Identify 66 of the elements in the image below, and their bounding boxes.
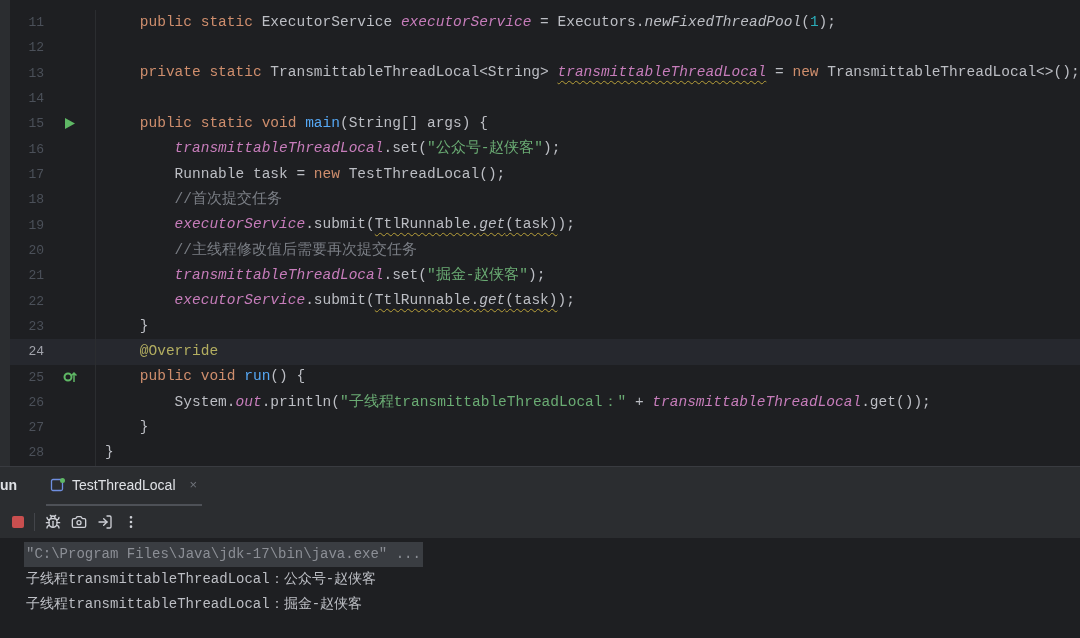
code-token: TransmittableThreadLocal<String>: [270, 63, 550, 83]
code-token: =: [774, 63, 785, 83]
class-icon: [50, 477, 66, 493]
override-marker-icon[interactable]: [62, 370, 77, 385]
code-token: private static: [138, 63, 263, 83]
code-token: (: [801, 12, 810, 32]
code-token: executorService: [400, 12, 532, 32]
code-token: get: [479, 215, 506, 235]
code-token: 1: [809, 12, 819, 32]
code-token: }: [138, 418, 149, 438]
code-token: .submit(: [305, 291, 375, 311]
code-token: TestThreadLocal();: [348, 164, 506, 184]
code-token: executorService: [173, 215, 306, 235]
code-token: run: [244, 367, 271, 387]
code-token: "掘金-赵侠客": [426, 265, 529, 286]
code-token: "公众号-赵侠客": [426, 138, 544, 159]
console-line: 子线程transmittableThreadLocal：掘金-赵侠客: [25, 595, 364, 614]
code-token: "子线程transmittableThreadLocal：": [339, 392, 627, 412]
code-token: (task): [505, 291, 558, 311]
code-token: .set(: [383, 266, 427, 286]
code-token: Runnable task =: [173, 164, 307, 184]
camera-icon[interactable]: [71, 514, 87, 530]
code-token: public static void: [138, 114, 298, 134]
code-token: TransmittableThreadLocal<>();: [827, 63, 1080, 83]
code-token: .submit(: [305, 215, 375, 235]
debug-icon[interactable]: [45, 514, 61, 530]
code-token: (task): [505, 215, 558, 235]
code-token: .println(: [261, 392, 340, 412]
code-token: );: [557, 291, 575, 311]
exit-icon[interactable]: [97, 514, 113, 530]
code-token: transmittableThreadLocal: [557, 63, 767, 83]
code-token: TtlRunnable.: [374, 215, 480, 235]
code-token: new: [313, 164, 341, 184]
code-token: }: [138, 316, 149, 336]
code-token: @Override: [138, 342, 219, 362]
code-token: );: [543, 139, 561, 159]
code-token: transmittableThreadLocal: [173, 266, 384, 286]
code-token: ExecutorService: [261, 12, 394, 32]
code-token: System.: [173, 392, 236, 412]
code-token: executorService: [173, 291, 306, 311]
code-token: TtlRunnable.: [374, 291, 480, 311]
code-token: (String[] args) {: [339, 114, 488, 134]
console-line: 子线程transmittableThreadLocal：公众号-赵侠客: [25, 570, 378, 589]
code-token: main: [305, 114, 340, 134]
code-token: );: [528, 266, 546, 286]
run-icon[interactable]: [63, 117, 76, 131]
code-token: = Executors.: [539, 12, 645, 32]
code-token: transmittableThreadLocal: [652, 392, 862, 412]
code-token: transmittableThreadLocal: [173, 139, 384, 159]
code-token: }: [105, 443, 114, 463]
code-token: .get());: [861, 392, 931, 412]
code-token: new: [792, 63, 820, 83]
code-token: get: [479, 291, 506, 311]
code-token: public static: [138, 12, 254, 32]
code-token: public void: [138, 367, 237, 387]
panel-title: un: [0, 476, 19, 495]
code-token: out: [235, 392, 262, 412]
code-token: +: [633, 392, 645, 412]
code-token: () {: [270, 367, 306, 387]
code-token: newFixedThreadPool: [644, 12, 802, 32]
code-token: //首次提交任务: [173, 189, 282, 210]
code-token: );: [557, 215, 575, 235]
code-token: );: [818, 12, 836, 32]
code-token: //主线程修改值后需要再次提交任务: [173, 240, 417, 260]
line-number: 24: [28, 343, 44, 362]
code-token: .set(: [383, 139, 427, 159]
